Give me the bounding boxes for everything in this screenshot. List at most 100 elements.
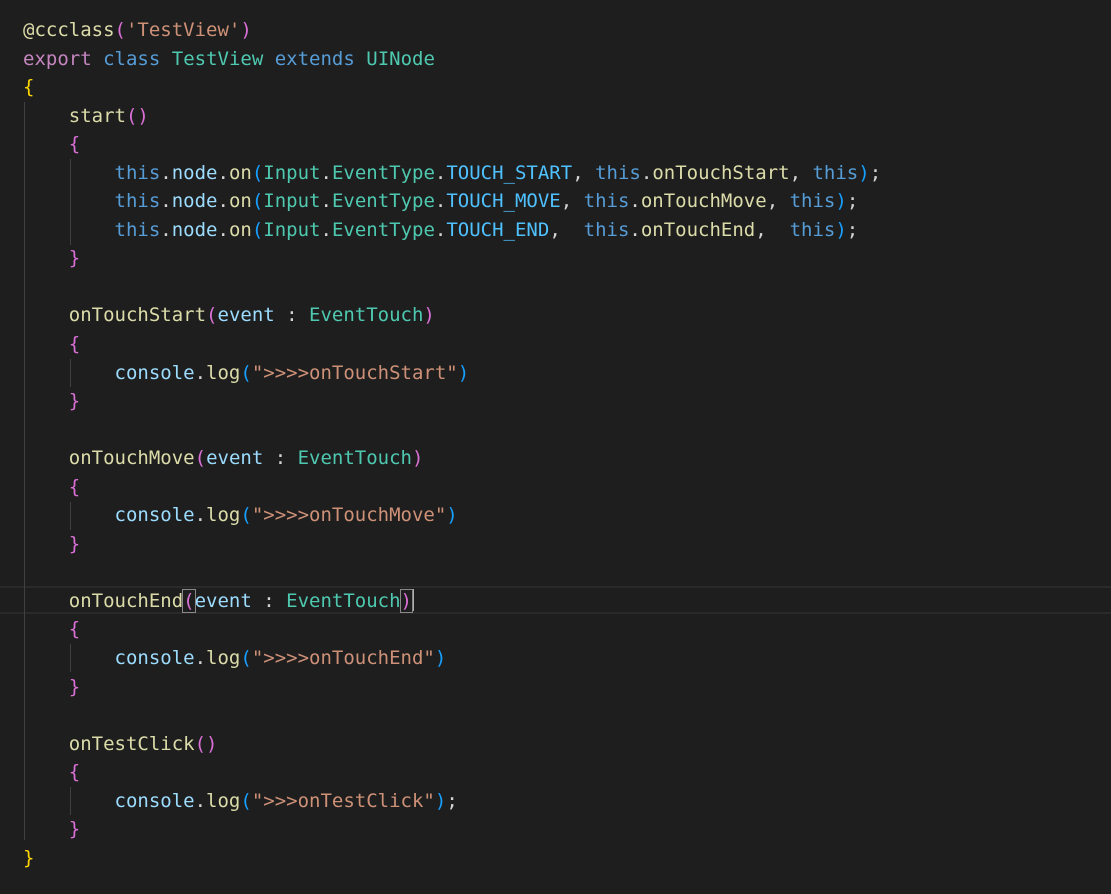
code-token: node <box>171 218 218 241</box>
code-token: . <box>629 218 641 241</box>
code-token: log <box>206 789 241 812</box>
code-token: this <box>595 161 641 184</box>
text-cursor <box>411 588 414 611</box>
code-line[interactable]: { <box>23 330 1111 359</box>
code-line[interactable]: } <box>23 244 1111 273</box>
code-token: , <box>755 218 790 241</box>
code-token: ( <box>114 19 126 41</box>
code-line[interactable]: } <box>23 673 1111 702</box>
code-token: Input <box>263 161 321 184</box>
code-token: event <box>217 304 275 327</box>
code-token: EventTouch <box>309 304 424 327</box>
code-token: onTouchEnd <box>68 589 184 612</box>
code-token: UINode <box>366 47 435 70</box>
code-line[interactable]: } <box>23 387 1111 416</box>
code-token: ) <box>858 161 870 184</box>
code-token: start <box>68 104 126 127</box>
code-token: TOUCH_MOVE <box>446 190 561 213</box>
code-line[interactable]: console.log(">>>>onTouchMove") <box>23 501 1111 530</box>
code-line[interactable] <box>23 273 1111 302</box>
code-token: , <box>766 190 790 213</box>
code-token: : <box>274 304 310 327</box>
code-token: () <box>194 732 218 755</box>
code-line[interactable]: console.log(">>>>onTouchStart") <box>23 359 1111 388</box>
code-line[interactable]: { <box>23 130 1111 159</box>
code-token: : <box>263 447 298 470</box>
code-token: ; <box>869 161 882 184</box>
code-line[interactable]: } <box>23 530 1111 559</box>
code-line[interactable] <box>23 416 1111 445</box>
code-token: log <box>206 361 241 384</box>
code-line[interactable]: onTouchMove(event : EventTouch) <box>23 444 1111 473</box>
code-token: } <box>68 247 81 270</box>
code-token: . <box>320 161 332 184</box>
code-token: { <box>68 475 81 498</box>
code-token: } <box>68 532 81 555</box>
code-token: . <box>217 218 229 241</box>
code-line[interactable]: this.node.on(Input.EventType.TOUCH_START… <box>23 159 1111 188</box>
code-line[interactable]: onTouchEnd(event : EventTouch) <box>23 587 1111 616</box>
code-line[interactable]: onTouchStart(event : EventTouch) <box>23 301 1111 330</box>
code-token: ( <box>240 789 252 812</box>
code-token: ) <box>434 789 447 812</box>
code-line[interactable]: { <box>23 473 1111 502</box>
code-token: node <box>171 161 218 184</box>
code-token: onTouchMove <box>640 190 767 213</box>
code-line[interactable]: console.log(">>>onTestClick"); <box>23 787 1111 816</box>
code-token: this <box>114 190 161 213</box>
code-token: this <box>114 161 161 184</box>
code-line[interactable]: this.node.on(Input.EventType.TOUCH_END, … <box>23 216 1111 245</box>
code-token: } <box>23 846 35 869</box>
code-token: Input <box>263 218 321 241</box>
code-line[interactable]: { <box>23 73 1111 102</box>
code-token: onTouchStart <box>68 304 207 327</box>
code-line[interactable]: this.node.on(Input.EventType.TOUCH_MOVE,… <box>23 187 1111 216</box>
code-editor[interactable]: @ccclass('TestView') export class TestVie… <box>0 0 1111 894</box>
code-line[interactable] <box>23 558 1111 587</box>
code-token: EventType <box>331 161 435 184</box>
code-token: , <box>549 218 584 241</box>
code-token: . <box>629 190 641 213</box>
code-token: ( <box>206 304 218 327</box>
code-token: , <box>572 161 596 184</box>
code-token: on <box>228 190 252 213</box>
code-line[interactable]: start() <box>23 102 1111 131</box>
code-token: this <box>583 190 630 213</box>
code-line[interactable]: onTestClick() <box>23 730 1111 759</box>
code-token: class <box>103 47 161 70</box>
code-token: onTestClick <box>68 732 195 755</box>
code-line[interactable]: } <box>23 815 1111 844</box>
code-text-area[interactable]: @ccclass('TestView') export class TestVie… <box>23 16 1111 872</box>
code-token: . <box>160 218 172 241</box>
code-token: ( <box>251 190 264 213</box>
code-token: ( <box>251 161 264 184</box>
code-line[interactable]: @ccclass('TestView') <box>23 16 1111 45</box>
code-token: } <box>68 390 81 413</box>
code-token: . <box>320 190 332 213</box>
code-token: } <box>68 675 81 698</box>
code-token: console <box>114 789 195 812</box>
code-token: ">>>>onTouchMove" <box>251 504 447 527</box>
code-token: log <box>206 647 241 670</box>
code-token: { <box>68 333 81 356</box>
code-line[interactable]: { <box>23 615 1111 644</box>
code-line[interactable]: export class TestView extends UINode <box>23 45 1111 74</box>
code-line[interactable]: } <box>23 844 1111 873</box>
code-line[interactable]: console.log(">>>>onTouchEnd") <box>23 644 1111 673</box>
code-line[interactable]: { <box>23 758 1111 787</box>
code-line[interactable] <box>23 701 1111 730</box>
